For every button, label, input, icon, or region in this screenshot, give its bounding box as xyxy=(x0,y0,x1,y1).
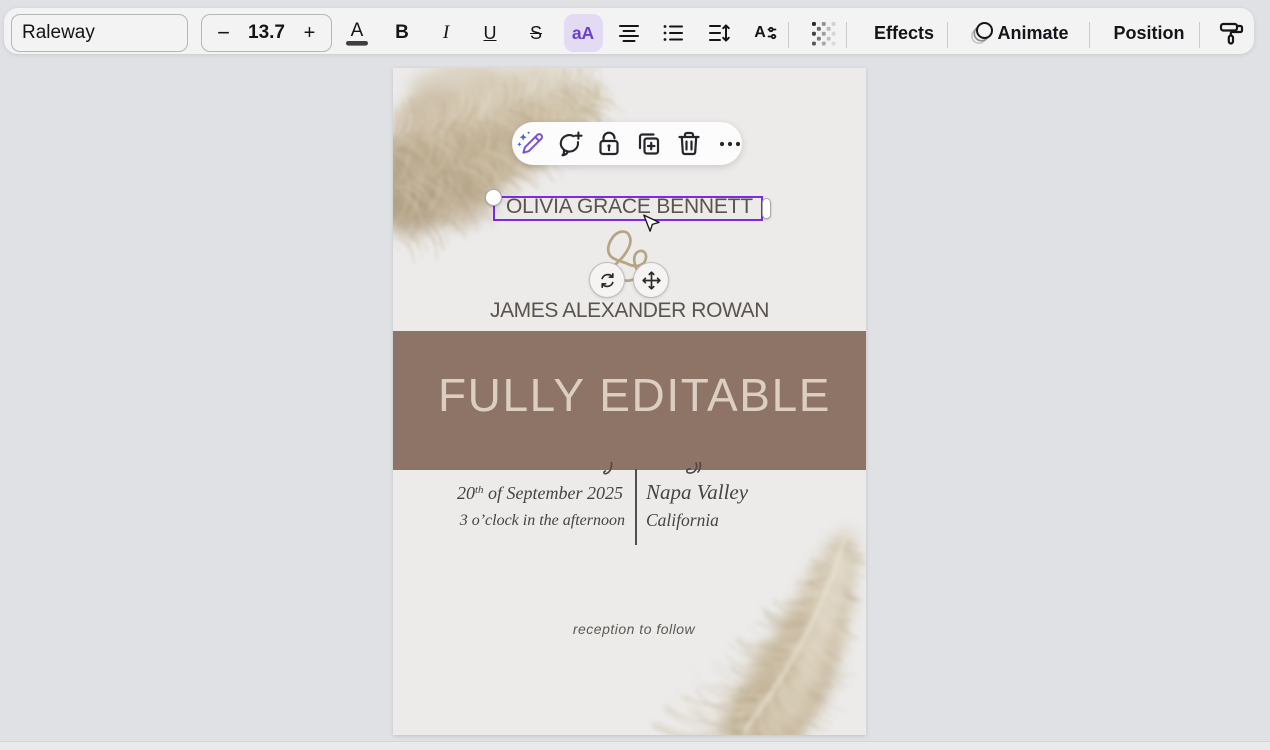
svg-text:A: A xyxy=(351,20,364,41)
svg-text:A: A xyxy=(754,24,766,41)
